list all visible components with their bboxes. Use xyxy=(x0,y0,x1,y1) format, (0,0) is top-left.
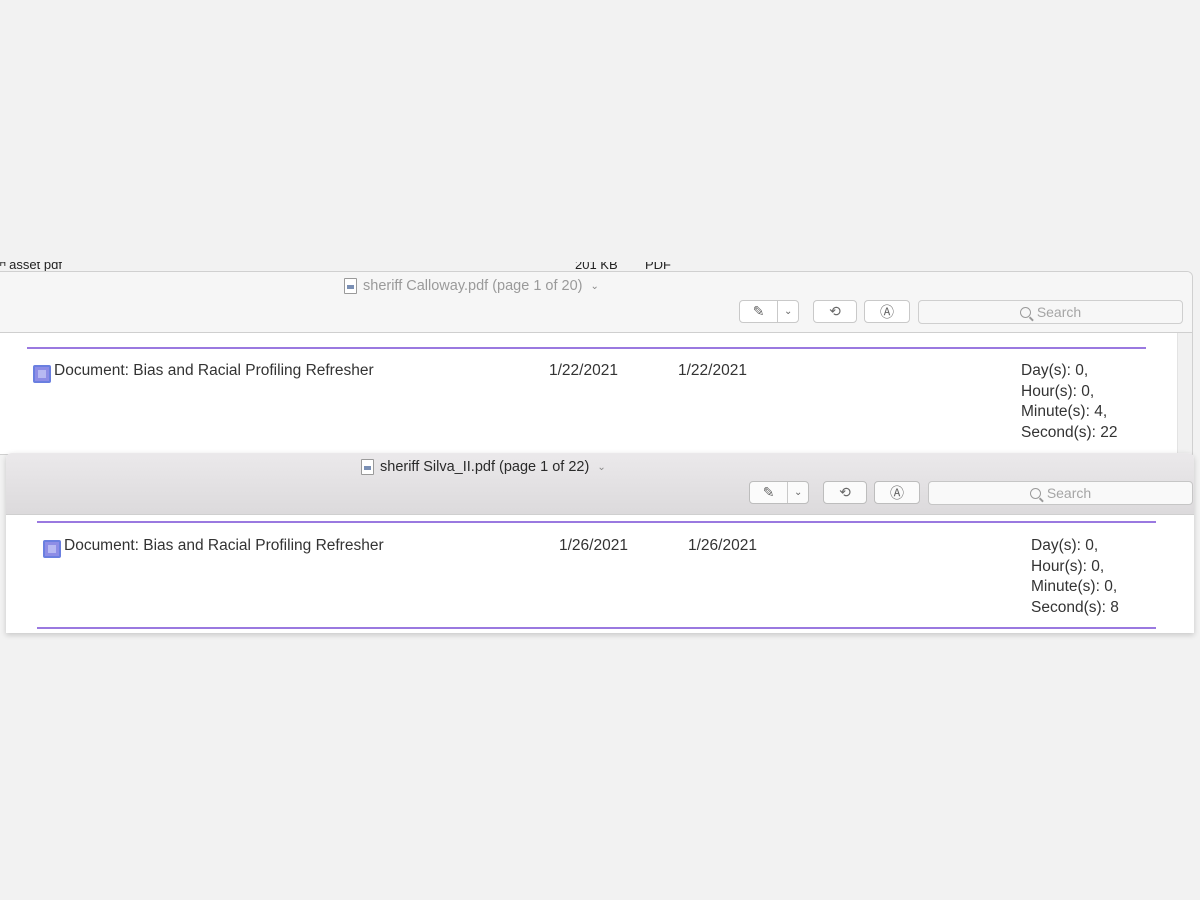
document-title: Document: Bias and Racial Profiling Refr… xyxy=(64,537,384,554)
preview-window-calloway[interactable]: sheriff Calloway.pdf (page 1 of 20) ⌄ ✎ … xyxy=(0,271,1193,455)
window-titlebar[interactable]: sheriff Calloway.pdf (page 1 of 20) ⌄ ✎ … xyxy=(0,272,1192,333)
window-title-text: sheriff Silva_II.pdf (page 1 of 22) xyxy=(380,459,590,475)
document-title: Document: Bias and Racial Profiling Refr… xyxy=(54,362,374,379)
annotate-button[interactable]: Ⓐ xyxy=(874,481,920,504)
date-started: 1/22/2021 xyxy=(549,362,618,379)
markup-circle-icon: Ⓐ xyxy=(880,303,894,320)
pdf-file-icon xyxy=(344,278,357,294)
row-divider xyxy=(27,347,1146,349)
pen-icon[interactable]: ✎ xyxy=(750,482,789,503)
window-title[interactable]: sheriff Silva_II.pdf (page 1 of 22) ⌄ xyxy=(361,459,606,475)
row-divider xyxy=(37,521,1156,523)
markup-toolbar-button[interactable]: ✎ ⌄ xyxy=(749,481,809,504)
chevron-down-icon[interactable]: ⌄ xyxy=(591,281,599,292)
document-page[interactable]: Document: Bias and Racial Profiling Refr… xyxy=(6,515,1194,633)
pdf-file-icon xyxy=(361,459,374,475)
chevron-down-icon[interactable]: ⌄ xyxy=(597,462,605,473)
annotate-button[interactable]: Ⓐ xyxy=(864,300,910,323)
window-title-text: sheriff Calloway.pdf (page 1 of 20) xyxy=(363,278,583,294)
markup-circle-icon: Ⓐ xyxy=(890,484,904,501)
row-divider xyxy=(37,627,1156,629)
search-icon xyxy=(1019,306,1031,318)
time-spent: Day(s): 0, Hour(s): 0, Minute(s): 4, Sec… xyxy=(1021,362,1118,442)
date-completed: 1/22/2021 xyxy=(678,362,747,379)
pen-icon[interactable]: ✎ xyxy=(740,301,779,322)
search-field[interactable]: Search xyxy=(918,300,1183,324)
chevron-down-icon[interactable]: ⌄ xyxy=(788,482,808,503)
date-started: 1/26/2021 xyxy=(559,537,628,554)
document-icon xyxy=(33,365,51,383)
scrollbar[interactable] xyxy=(1177,333,1192,454)
rotate-icon: ⟲ xyxy=(839,484,851,500)
search-placeholder: Search xyxy=(1036,304,1082,320)
rotate-button[interactable]: ⟲ xyxy=(823,481,867,504)
date-completed: 1/26/2021 xyxy=(688,537,757,554)
search-icon xyxy=(1029,487,1041,499)
markup-toolbar-button[interactable]: ✎ ⌄ xyxy=(739,300,799,323)
rotate-button[interactable]: ⟲ xyxy=(813,300,857,323)
preview-window-silva[interactable]: sheriff Silva_II.pdf (page 1 of 22) ⌄ ✎ … xyxy=(6,453,1194,633)
chevron-down-icon[interactable]: ⌄ xyxy=(778,301,798,322)
rotate-icon: ⟲ xyxy=(829,303,841,319)
document-page[interactable]: Document: Bias and Racial Profiling Refr… xyxy=(0,333,1192,454)
search-placeholder: Search xyxy=(1046,485,1092,501)
time-spent: Day(s): 0, Hour(s): 0, Minute(s): 0, Sec… xyxy=(1031,537,1119,617)
document-icon xyxy=(43,540,61,558)
search-field[interactable]: Search xyxy=(928,481,1193,505)
window-title[interactable]: sheriff Calloway.pdf (page 1 of 20) ⌄ xyxy=(344,278,599,294)
window-titlebar[interactable]: sheriff Silva_II.pdf (page 1 of 22) ⌄ ✎ … xyxy=(6,453,1194,515)
